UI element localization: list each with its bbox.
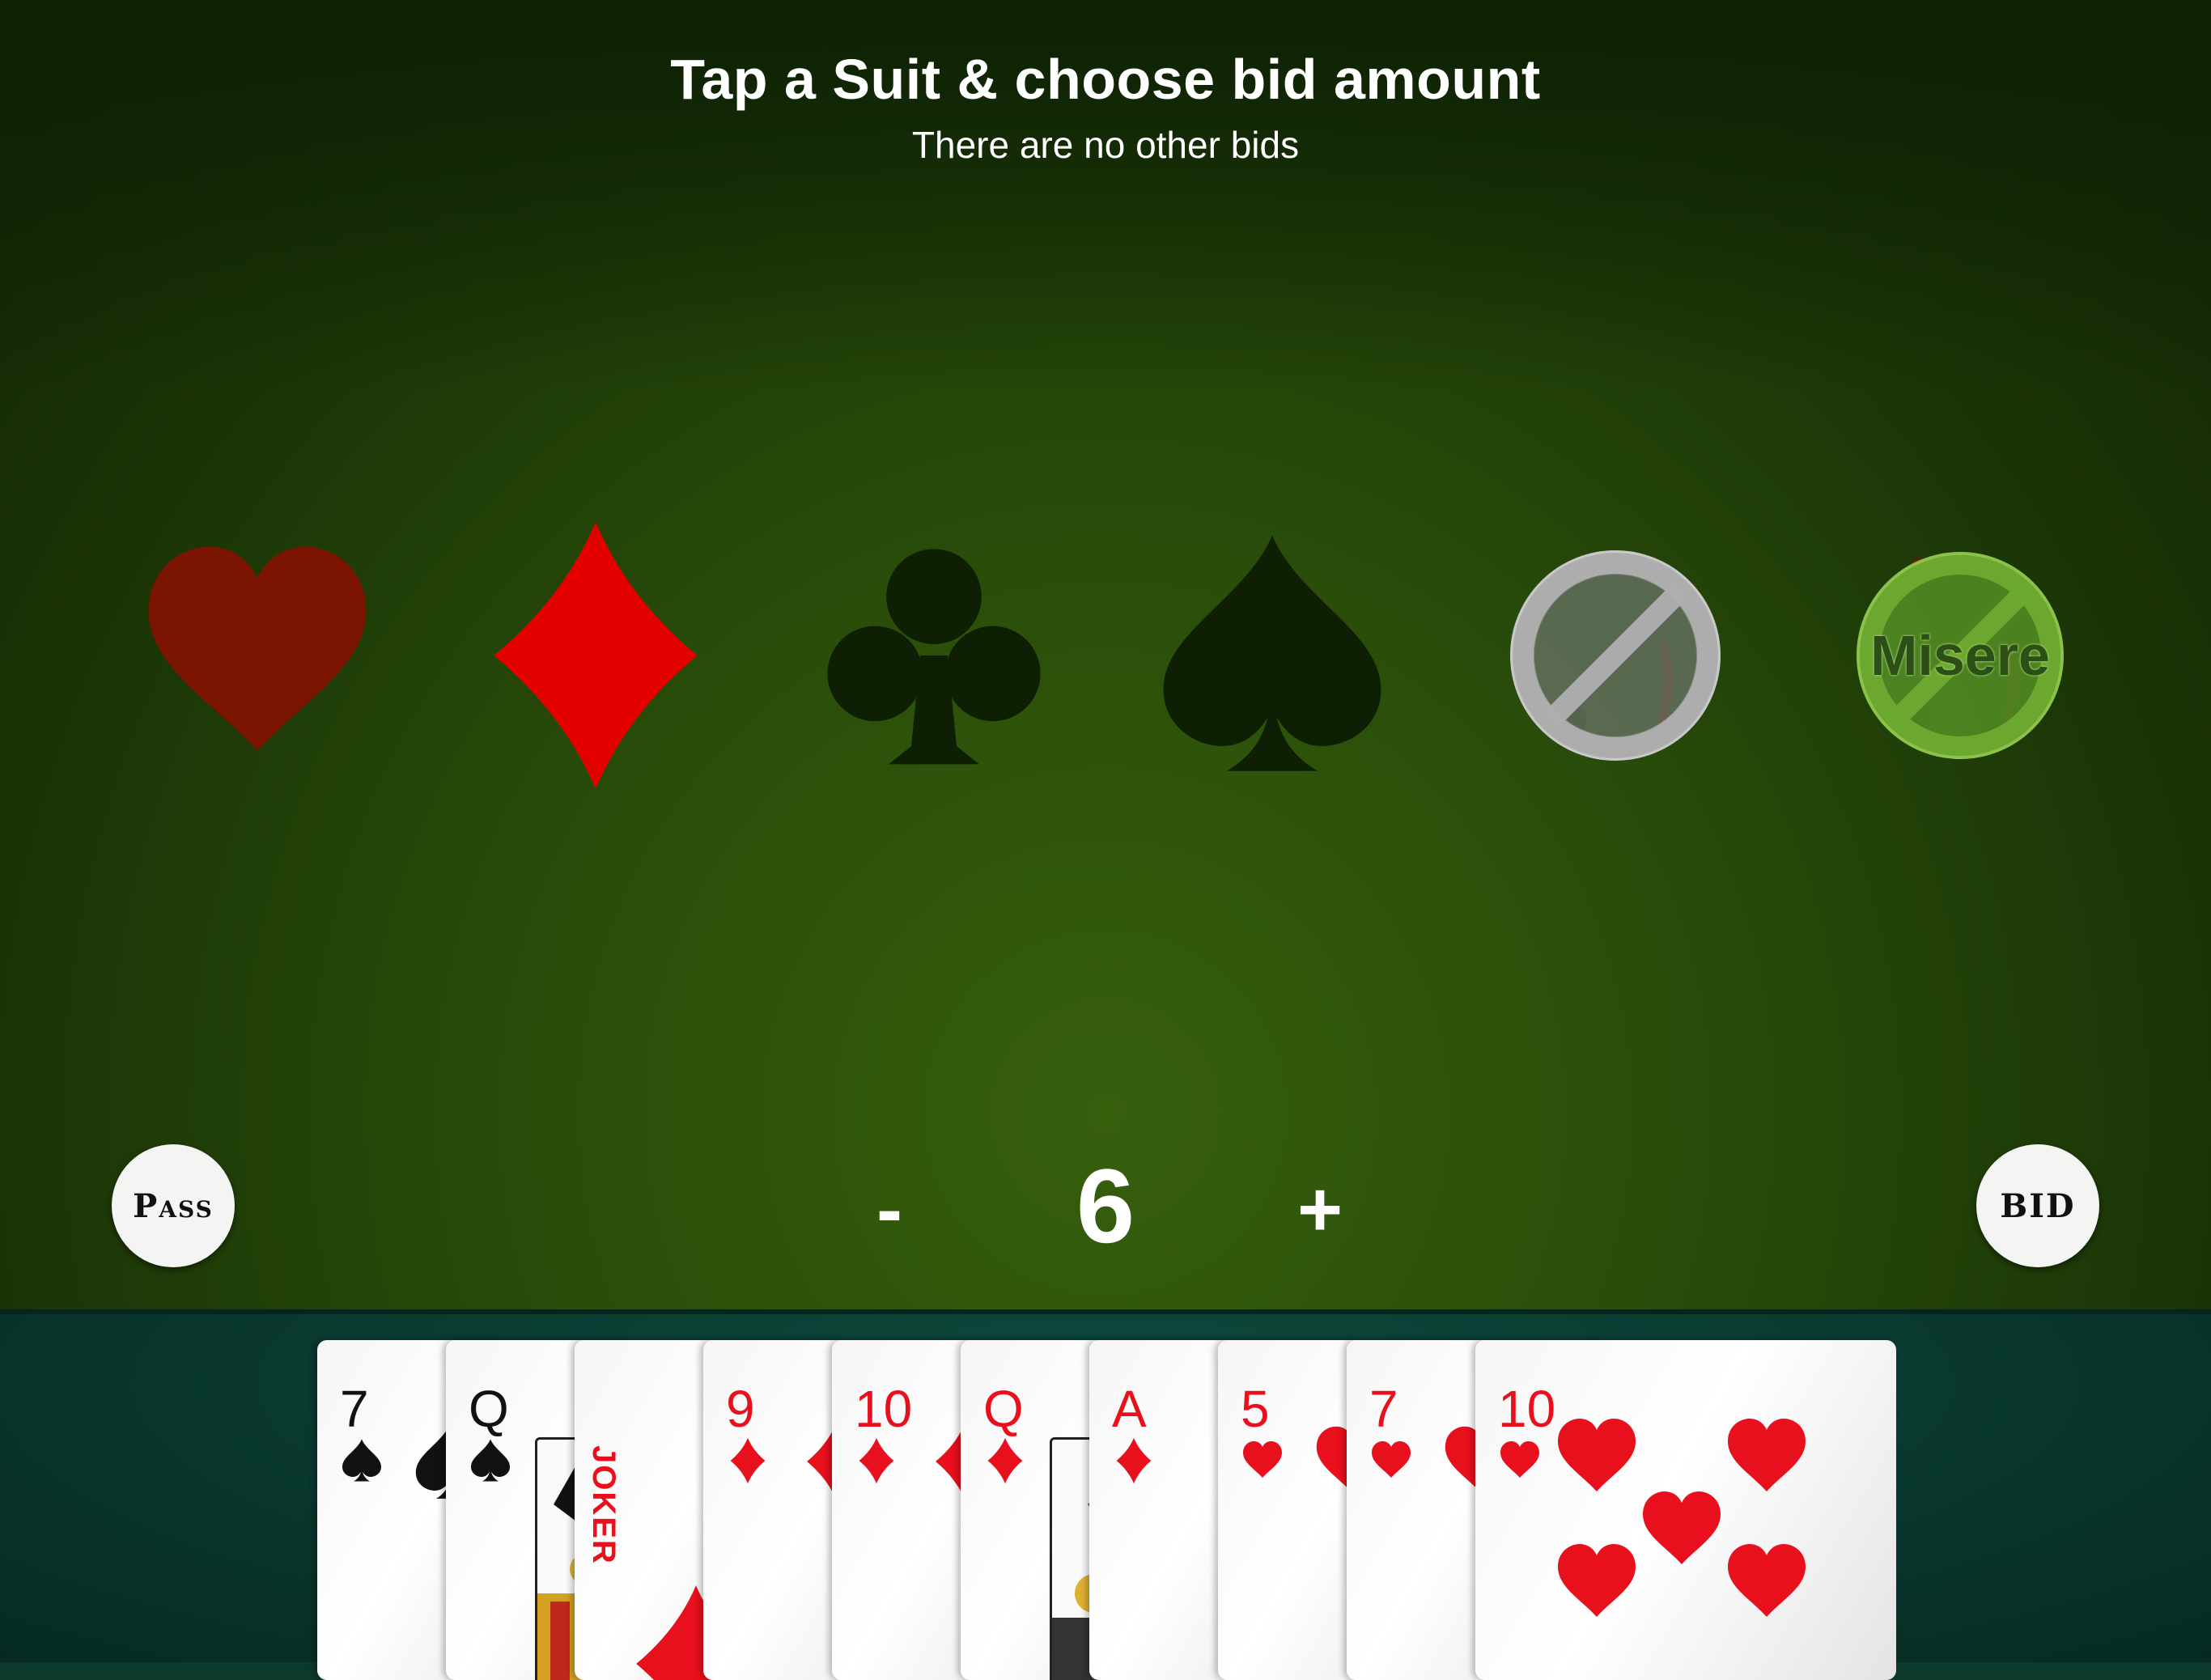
- card-rank: Q: [983, 1380, 1024, 1438]
- card-rank: 7: [340, 1380, 369, 1438]
- card-rank: 9: [726, 1380, 755, 1438]
- diamond-icon: [494, 522, 698, 789]
- misere-label: Misere: [1870, 624, 2050, 687]
- no-trumps-icon: [1510, 550, 1721, 761]
- suit-clubs-button[interactable]: [821, 518, 1047, 793]
- bid-button[interactable]: BID: [1976, 1144, 2099, 1267]
- spade-icon: [1163, 535, 1381, 771]
- misere-button[interactable]: Misere: [1847, 534, 2073, 777]
- heart-icon: [148, 546, 367, 751]
- card-rank: Q: [469, 1380, 509, 1438]
- card-rank: 10: [855, 1380, 913, 1438]
- card-rank: JOKER: [586, 1445, 622, 1565]
- suit-hearts-button[interactable]: [144, 518, 371, 793]
- bid-amount: 6: [1076, 1147, 1135, 1265]
- hand-card[interactable]: 10: [1475, 1340, 1896, 1680]
- decrease-bid-button[interactable]: -: [845, 1157, 934, 1262]
- card-rank: 5: [1241, 1380, 1270, 1438]
- increase-bid-button[interactable]: +: [1275, 1157, 1364, 1262]
- bids-status: There are no other bids: [911, 124, 1300, 166]
- instruction-title: Tap a Suit & choose bid amount: [670, 48, 1541, 111]
- suit-spades-button[interactable]: [1159, 518, 1386, 793]
- suit-diamonds-button[interactable]: [482, 518, 709, 793]
- club-icon: [827, 549, 1041, 765]
- no-trumps-button[interactable]: [1502, 534, 1729, 777]
- card-rank: A: [1112, 1380, 1147, 1438]
- pass-button[interactable]: Pass: [112, 1144, 235, 1267]
- card-rank: 10: [1498, 1380, 1556, 1438]
- card-rank: 7: [1369, 1380, 1398, 1438]
